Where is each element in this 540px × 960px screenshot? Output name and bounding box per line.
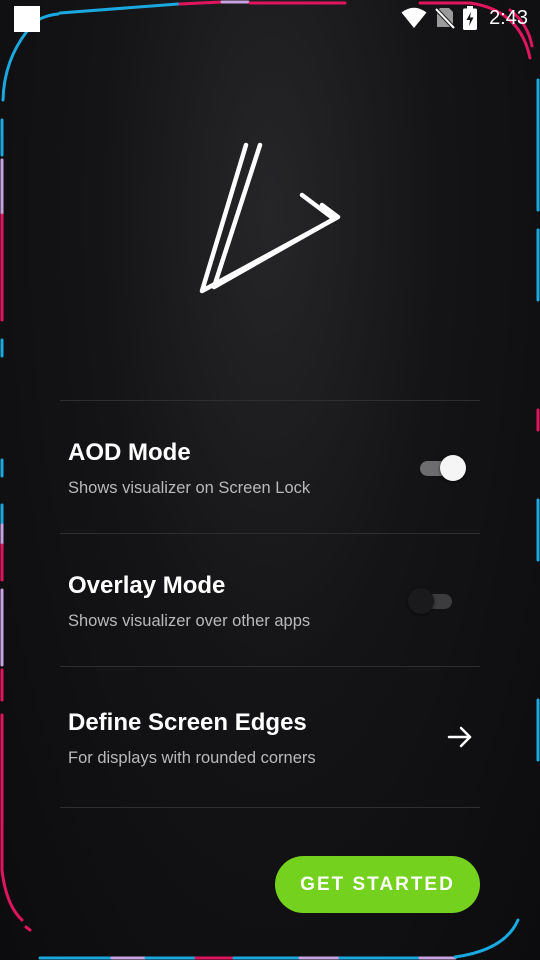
setting-title: AOD Mode bbox=[68, 439, 191, 466]
setting-subtitle: Shows visualizer on Screen Lock bbox=[68, 479, 311, 497]
setting-subtitle: Shows visualizer over other apps bbox=[68, 612, 311, 630]
arrow-right-icon[interactable] bbox=[446, 723, 474, 751]
notification-square-icon bbox=[14, 6, 40, 32]
status-icons: 2:43 bbox=[401, 4, 528, 32]
settings-list: AOD Mode Shows visualizer on Screen Lock… bbox=[60, 400, 480, 808]
aod-mode-toggle[interactable] bbox=[418, 453, 466, 483]
setting-title: Define Screen Edges bbox=[68, 709, 307, 736]
overlay-mode-toggle[interactable] bbox=[408, 586, 454, 616]
app-screen: 2:43 AOD Mode Shows visualizer on Screen… bbox=[0, 0, 540, 960]
setting-row-define-screen-edges[interactable]: Define Screen Edges For displays with ro… bbox=[60, 667, 480, 807]
setting-title: Overlay Mode bbox=[68, 572, 226, 599]
wifi-icon bbox=[401, 7, 427, 28]
status-time: 2:43 bbox=[489, 6, 528, 29]
toggle-thumb bbox=[408, 588, 434, 614]
play-triangle-logo-icon bbox=[199, 142, 341, 294]
setting-subtitle: For displays with rounded corners bbox=[68, 749, 316, 767]
setting-row-overlay-mode[interactable]: Overlay Mode Shows visualizer over other… bbox=[60, 534, 480, 666]
status-bar: 2:43 bbox=[0, 0, 540, 36]
get-started-button[interactable]: GET STARTED bbox=[275, 856, 480, 913]
battery-charging-icon bbox=[463, 6, 478, 30]
no-sim-icon bbox=[435, 7, 456, 29]
toggle-thumb bbox=[440, 455, 466, 481]
divider bbox=[60, 807, 480, 808]
setting-row-aod-mode[interactable]: AOD Mode Shows visualizer on Screen Lock bbox=[60, 401, 480, 533]
